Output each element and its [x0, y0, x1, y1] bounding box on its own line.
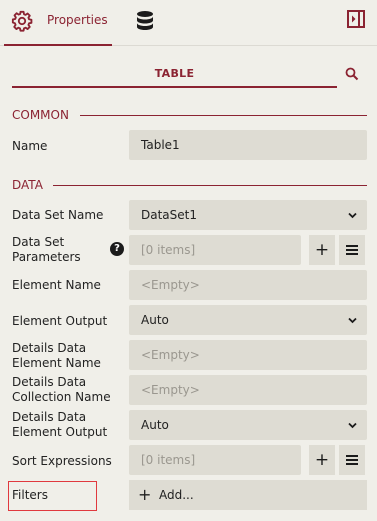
name-label: Name [12, 139, 48, 153]
sort-expressions-field[interactable]: [0 items] [129, 445, 301, 475]
element-output-select[interactable]: Auto [129, 305, 367, 335]
panel-header: Properties [0, 0, 377, 46]
gear-icon [11, 10, 33, 32]
database-icon[interactable] [135, 10, 155, 32]
add-sort-expression-button[interactable]: + [309, 445, 335, 475]
dataset-name-select[interactable]: DataSet1 [129, 200, 367, 230]
filters-label: Filters [12, 488, 48, 502]
chevron-down-icon [348, 317, 357, 324]
section-common-heading: COMMON [12, 108, 69, 122]
sort-expressions-menu-button[interactable] [339, 445, 365, 475]
tab-properties[interactable]: Properties [4, 0, 112, 46]
collapse-panel-icon[interactable] [347, 10, 365, 28]
details-collection-name-label: Details Data Collection Name [12, 375, 111, 404]
details-collection-name-field[interactable]: <Empty> [129, 375, 367, 405]
element-name-field[interactable]: <Empty> [129, 270, 367, 300]
element-output-label: Element Output [12, 314, 108, 328]
section-data-heading: DATA [12, 178, 43, 192]
details-element-output-value: Auto [141, 418, 169, 432]
details-element-output-select[interactable]: Auto [129, 410, 367, 440]
dataset-name-value: DataSet1 [141, 208, 197, 222]
search-icon[interactable] [345, 67, 359, 81]
element-name-label: Element Name [12, 278, 101, 292]
tab-properties-label: Properties [47, 13, 108, 27]
details-element-name-field[interactable]: <Empty> [129, 340, 367, 370]
details-element-name-label: Details Data Element Name [12, 341, 101, 370]
add-dataset-param-button[interactable]: + [309, 235, 335, 265]
name-field[interactable]: Table1 [129, 130, 367, 160]
element-output-value: Auto [141, 313, 169, 327]
details-element-output-label: Details Data Element Output [12, 410, 108, 439]
section-divider [80, 115, 367, 116]
chevron-down-icon [348, 212, 357, 219]
help-icon[interactable]: ? [110, 242, 124, 256]
add-filter-label: Add... [159, 488, 194, 502]
plus-icon: + [138, 485, 152, 504]
dataset-params-field[interactable]: [0 items] [129, 235, 301, 265]
add-filter-button[interactable]: + Add... [129, 480, 367, 510]
dataset-params-label: Data Set Parameters [12, 235, 81, 264]
sort-expressions-label: Sort Expressions [12, 454, 112, 468]
panel-title: TABLE [12, 66, 337, 88]
chevron-down-icon [348, 422, 357, 429]
dataset-name-label: Data Set Name [12, 208, 104, 222]
dataset-params-menu-button[interactable] [339, 235, 365, 265]
section-divider [53, 185, 367, 186]
